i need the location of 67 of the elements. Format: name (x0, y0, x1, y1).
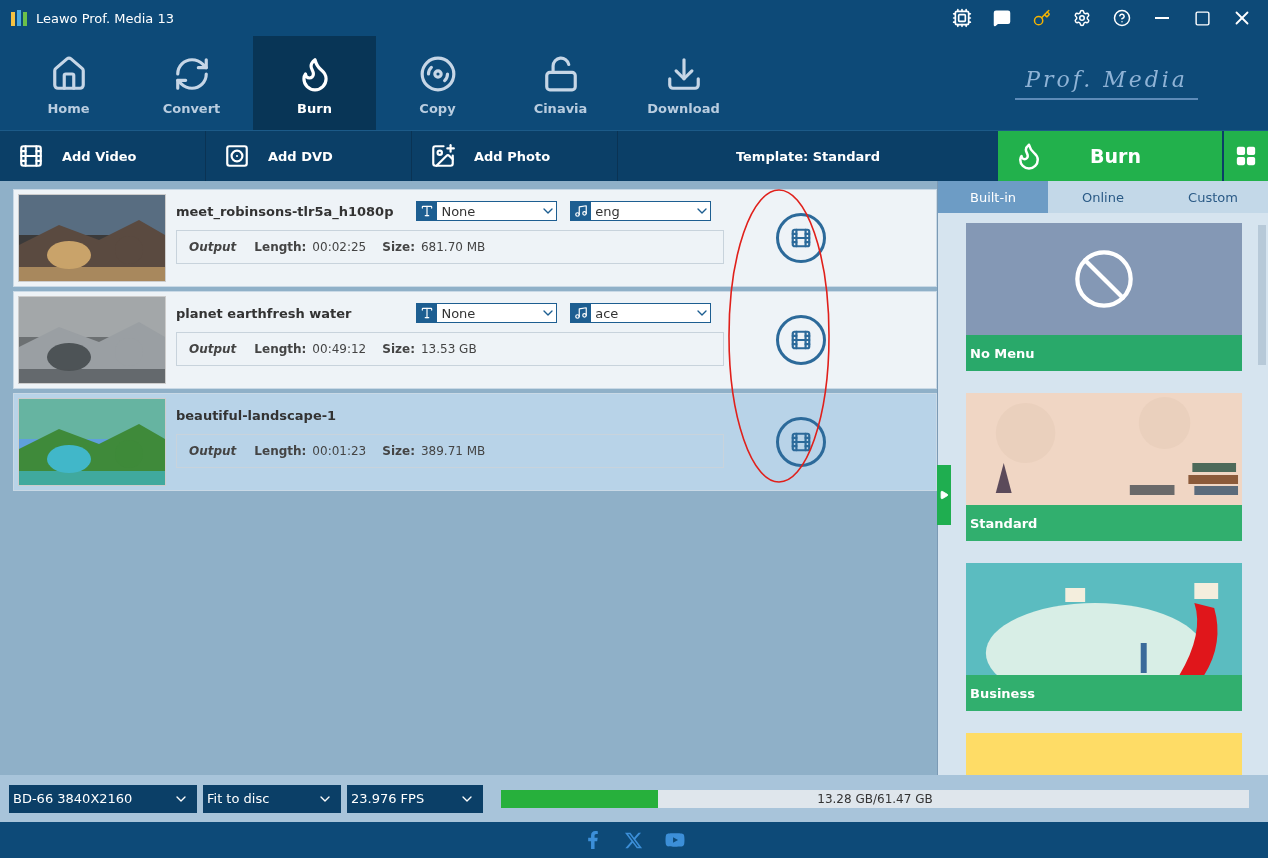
scrollbar-thumb[interactable] (1258, 225, 1266, 365)
size-label: Size: (382, 444, 415, 458)
disc-usage-reading: 13.28 GB/61.47 GB (817, 791, 933, 806)
nav-tab[interactable]: Download (622, 36, 745, 130)
length-value: 00:02:25 (312, 240, 367, 254)
audio-dropdown[interactable]: ace (570, 303, 711, 323)
music-note-icon (571, 304, 592, 322)
music-note-icon (571, 202, 592, 220)
nav-tab[interactable]: Cinavia (499, 36, 622, 130)
settings-dropdown[interactable]: BD-66 3840X2160 (9, 784, 197, 813)
video-row[interactable]: beautiful-landscape-1 Output Length: 00:01:23 Size: 389.71 MB (13, 393, 937, 491)
grid-view-button[interactable] (1222, 131, 1268, 181)
audio-dropdown[interactable]: eng (570, 201, 711, 221)
x-icon[interactable] (623, 830, 643, 850)
length-label: Length: (254, 240, 307, 254)
text-icon (417, 304, 438, 322)
video-title: beautiful-landscape-1 (176, 407, 338, 423)
length-label: Length: (254, 342, 307, 356)
text-icon (417, 202, 438, 220)
template-name: No Menu (966, 335, 1242, 371)
edit-video-button[interactable] (776, 417, 826, 467)
nav-tab[interactable]: Home (7, 36, 130, 130)
template-tab[interactable]: Online (1048, 181, 1158, 213)
settings-dropdown[interactable]: Fit to disc (203, 784, 341, 813)
length-value: 00:01:23 (312, 444, 367, 458)
grid-icon (1235, 145, 1257, 167)
edit-video-button[interactable] (776, 315, 826, 365)
app-logo-icon (10, 9, 28, 27)
length-label: Length: (254, 444, 307, 458)
size-value: 681.70 MB (420, 240, 486, 254)
size-label: Size: (382, 342, 415, 356)
output-label: Output (189, 240, 237, 254)
output-label: Output (189, 342, 237, 356)
disc-icon (418, 55, 457, 93)
template-name: Standard (966, 505, 1242, 541)
video-row[interactable]: meet_robinsons-tlr5a_h1080p None eng Output Length: 00:02:25 Size: 681.70 MB (13, 189, 937, 287)
play-icon (939, 490, 949, 500)
edit-video-button[interactable] (776, 213, 826, 263)
template-tab[interactable]: Custom (1158, 181, 1268, 213)
maximize-icon (1193, 9, 1211, 27)
minimize-icon (1155, 17, 1169, 19)
size-value: 13.53 GB (420, 342, 477, 356)
film-icon (790, 227, 812, 249)
video-row[interactable]: planet earthfresh water None ace Output Length: 00:49:12 Size: 13.53 GB (13, 291, 937, 389)
nav-tab[interactable]: Burn (253, 36, 376, 130)
length-value: 00:49:12 (312, 342, 367, 356)
nav-tab[interactable]: Copy (376, 36, 499, 130)
video-title: planet earthfresh water (176, 305, 353, 321)
film-icon (790, 431, 812, 453)
brand-logo: Prof. Media (1015, 66, 1198, 100)
prohibited-icon (1072, 247, 1136, 311)
film-icon (18, 143, 44, 169)
size-label: Size: (382, 240, 415, 254)
window-title: Leawo Prof. Media 13 (36, 10, 175, 26)
youtube-icon[interactable] (664, 830, 685, 850)
template-name: Business (966, 675, 1242, 711)
output-label: Output (189, 444, 237, 458)
expand-panel-button[interactable] (937, 465, 951, 525)
subtitle-dropdown[interactable]: None (416, 303, 558, 323)
subtitle-dropdown[interactable]: None (416, 201, 558, 221)
size-value: 389.71 MB (420, 444, 486, 458)
settings-dropdown[interactable]: 23.976 FPS (347, 784, 483, 813)
film-icon (790, 329, 812, 351)
image-add-icon (430, 143, 456, 169)
video-title: meet_robinsons-tlr5a_h1080p (176, 203, 395, 219)
template-label: Template: Standard (734, 148, 882, 164)
nav-tab[interactable]: Convert (130, 36, 253, 130)
